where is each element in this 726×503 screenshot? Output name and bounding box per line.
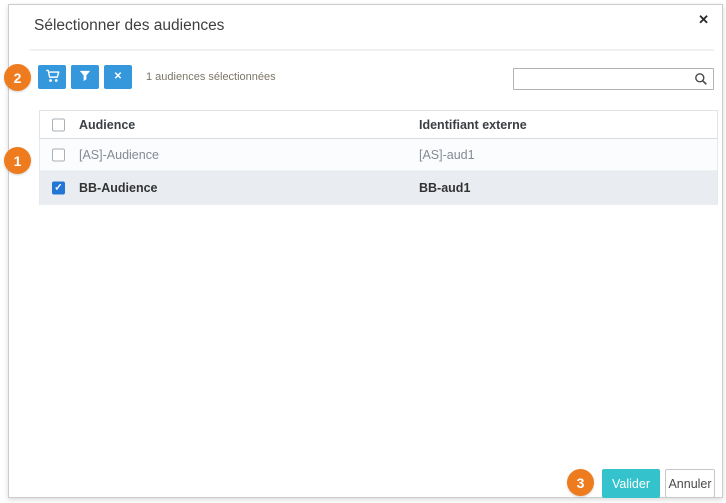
- selection-status: 1 audiences sélectionnées: [146, 71, 276, 83]
- table-row-selected[interactable]: ✓ BB-Audience BB-aud1: [39, 171, 718, 205]
- annotation-badge-3: 3: [567, 469, 594, 496]
- close-icon[interactable]: ✕: [698, 13, 709, 26]
- row-checkbox[interactable]: [52, 148, 65, 161]
- title-divider: [29, 49, 714, 51]
- audience-cell: BB-Audience: [79, 181, 157, 195]
- annotation-badge-1: 1: [4, 147, 31, 174]
- column-header-audience: Audience: [79, 118, 135, 132]
- x-clear-icon: ✕: [114, 72, 122, 82]
- filter-button[interactable]: [71, 65, 99, 89]
- cancel-button[interactable]: Annuler: [665, 469, 715, 498]
- annotation-badge-2: 2: [4, 64, 31, 91]
- cart-button[interactable]: [38, 65, 66, 89]
- column-header-external-id: Identifiant externe: [419, 118, 527, 132]
- search-input[interactable]: [513, 68, 714, 90]
- toolbar: ✕ 1 audiences sélectionnées: [38, 65, 276, 89]
- clear-button[interactable]: ✕: [104, 65, 132, 89]
- validate-button[interactable]: Valider: [602, 469, 660, 498]
- audience-cell: [AS]-Audience: [79, 148, 159, 162]
- select-all-checkbox[interactable]: [52, 118, 65, 131]
- filter-funnel-icon: [79, 70, 91, 85]
- external-id-cell: BB-aud1: [419, 181, 470, 195]
- row-checkbox-checked[interactable]: ✓: [52, 182, 65, 195]
- table-row[interactable]: [AS]-Audience [AS]-aud1: [39, 139, 718, 171]
- dialog-title: Sélectionner des audiences: [34, 17, 224, 35]
- audiences-table: Audience Identifiant externe [AS]-Audien…: [39, 110, 718, 205]
- shopping-cart-icon: [45, 69, 60, 86]
- external-id-cell: [AS]-aud1: [419, 148, 475, 162]
- check-icon: ✓: [54, 183, 62, 193]
- select-audiences-dialog: ✕ Sélectionner des audiences ✕ 1 audienc…: [8, 4, 723, 498]
- search-icon: [694, 72, 708, 86]
- table-header-row: Audience Identifiant externe: [39, 110, 718, 139]
- search-box: [513, 68, 714, 90]
